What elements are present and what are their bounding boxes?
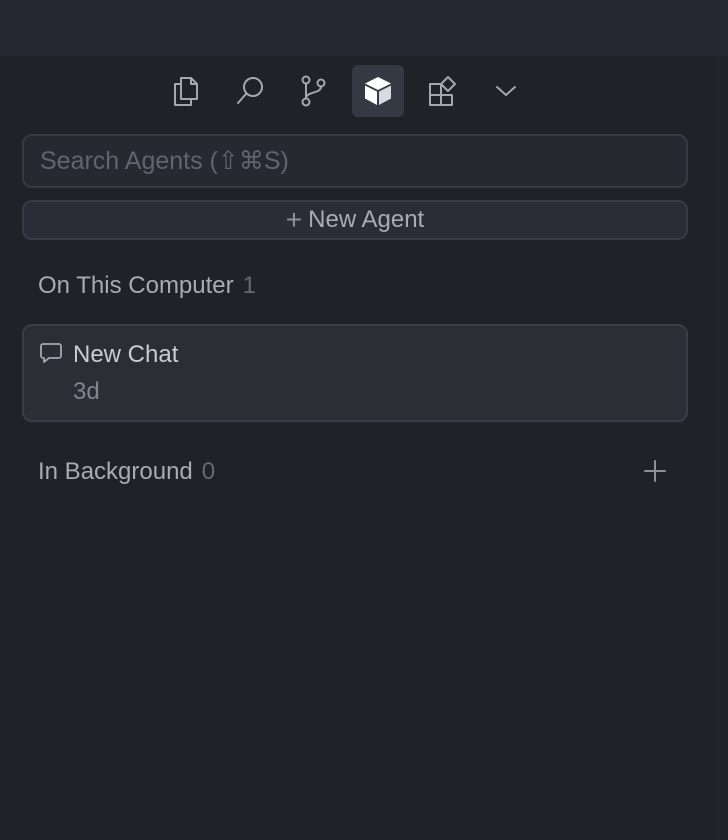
new-agent-button[interactable]: + New Agent xyxy=(22,200,688,240)
section-count: 1 xyxy=(242,272,256,299)
section-title: On This Computer xyxy=(38,272,234,299)
agents-panel: + New Agent On This Computer 1 New Chat … xyxy=(0,0,728,840)
section-title: In Background xyxy=(38,458,193,485)
agents-cube-icon xyxy=(365,77,391,105)
title-bar xyxy=(0,0,728,56)
source-control-button[interactable] xyxy=(288,65,340,117)
section-count: 0 xyxy=(201,458,216,485)
copy-files-icon xyxy=(174,77,198,106)
search-icon xyxy=(237,77,263,104)
plus-icon: + xyxy=(285,204,303,235)
chat-bubble-icon xyxy=(40,343,62,363)
activity-toolbar xyxy=(160,65,532,117)
chat-title: New Chat xyxy=(73,341,179,368)
add-background-agent-button[interactable] xyxy=(640,456,670,486)
scrollbar-track[interactable] xyxy=(714,56,728,840)
plus-icon xyxy=(644,460,666,482)
explorer-button[interactable] xyxy=(160,65,212,117)
section-header-on-this-computer[interactable]: On This Computer 1 xyxy=(38,272,256,300)
search-agents-input[interactable] xyxy=(22,134,688,188)
more-views-button[interactable] xyxy=(480,65,532,117)
agents-button[interactable] xyxy=(352,65,404,117)
chat-list-item[interactable]: New Chat 3d xyxy=(22,324,688,422)
extensions-button[interactable] xyxy=(416,65,468,117)
extensions-icon xyxy=(429,76,456,106)
chevron-down-icon xyxy=(496,86,516,96)
section-header-in-background[interactable]: In Background 0 xyxy=(38,458,215,486)
chat-timestamp: 3d xyxy=(73,378,100,405)
new-agent-label: New Agent xyxy=(308,206,425,233)
source-control-icon xyxy=(301,75,326,107)
search-button[interactable] xyxy=(224,65,276,117)
